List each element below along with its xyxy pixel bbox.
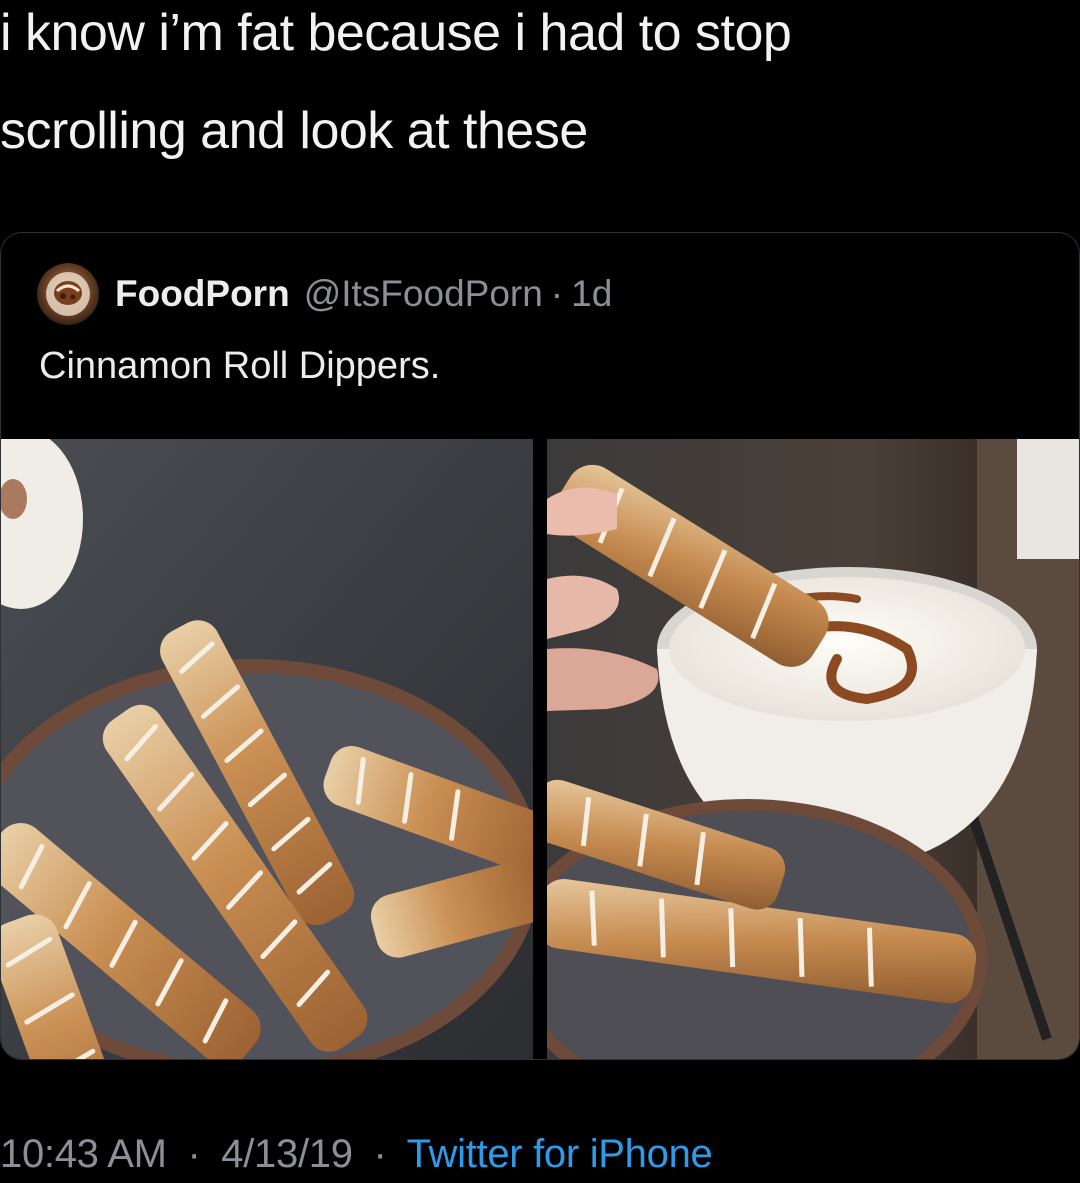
quoted-tweet-text: Cinnamon Roll Dippers.	[39, 345, 441, 387]
tweet-footer: 10:43 AM · 4/13/19 · Twitter for iPhone	[0, 1132, 713, 1177]
food-avatar-icon[interactable]	[37, 263, 99, 325]
header-separator: ·	[550, 273, 564, 314]
tweet-text-line-1: i know i’m fat because i had to stop	[0, 4, 792, 62]
footer-separator: ·	[373, 1132, 387, 1176]
footer-separator: ·	[187, 1132, 201, 1176]
quoted-timestamp[interactable]: 1d	[571, 273, 612, 315]
tweet-date[interactable]: 4/13/19	[221, 1132, 353, 1176]
tweet-time[interactable]: 10:43 AM	[0, 1132, 167, 1176]
media-grid	[1, 439, 1079, 1059]
quoted-handle[interactable]: @ItsFoodPorn	[304, 273, 543, 315]
tweet-source-link[interactable]: Twitter for iPhone	[407, 1132, 713, 1176]
quoted-tweet-card[interactable]: FoodPorn @ItsFoodPorn · 1d Cinnamon Roll…	[0, 232, 1080, 1060]
quoted-tweet-header: FoodPorn @ItsFoodPorn · 1d	[37, 261, 612, 327]
quoted-display-name[interactable]: FoodPorn	[115, 273, 290, 315]
cinnamon-stick-dipping-photo[interactable]	[547, 439, 1079, 1059]
tweet-text-line-2: scrolling and look at these	[0, 102, 588, 160]
tweet-text: i know i’m fat because i had to stop scr…	[0, 0, 1060, 180]
cinnamon-sticks-plate-photo[interactable]	[1, 439, 533, 1059]
